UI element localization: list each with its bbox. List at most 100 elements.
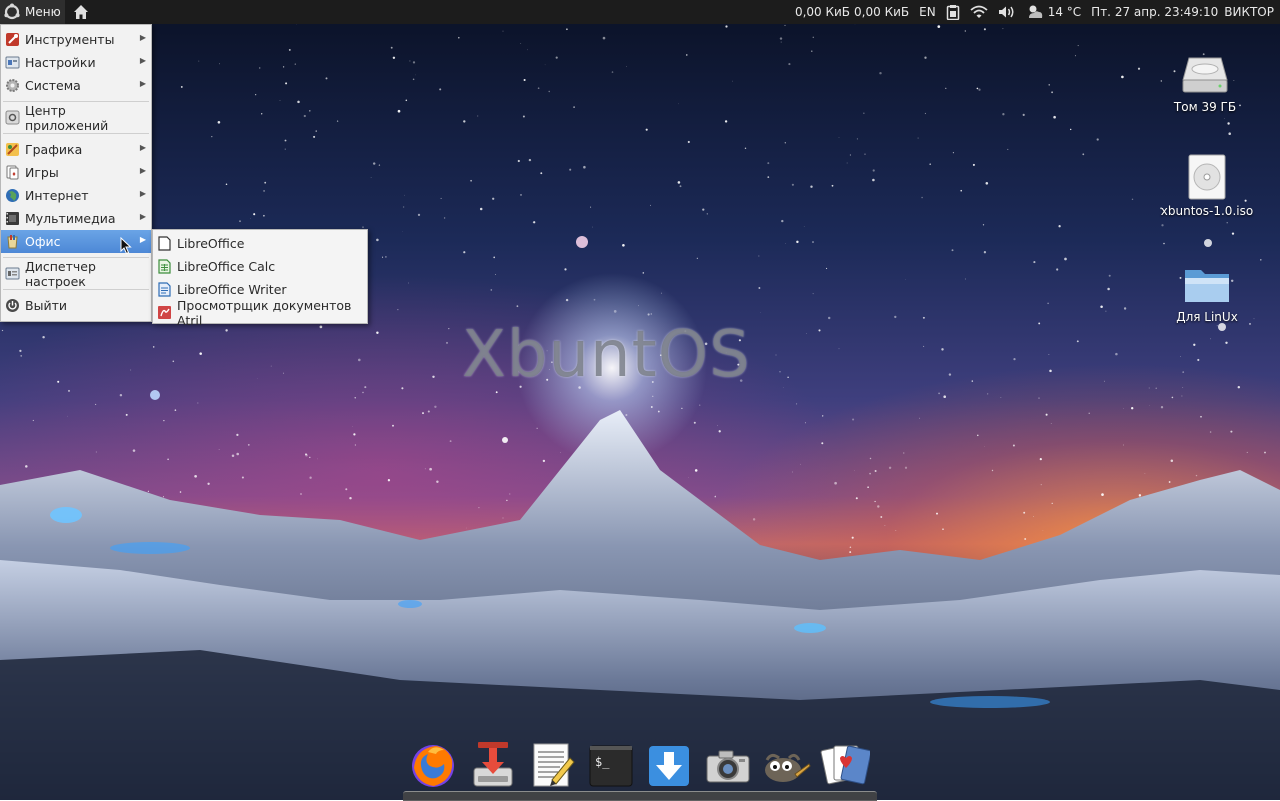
home-icon (73, 4, 89, 20)
menu-separator (3, 289, 149, 290)
libreoffice-icon (157, 236, 172, 251)
settings-icon (5, 55, 20, 70)
ubuntu-logo-icon (3, 3, 21, 21)
menu-item-label: Интернет (25, 188, 89, 203)
mouse-cursor-icon (120, 237, 132, 255)
clipboard-icon[interactable] (946, 4, 960, 20)
dock-solitaire[interactable] (820, 740, 870, 790)
desktop-icon-label: xbuntos-1.0.iso (1161, 204, 1253, 218)
menu-item-label: Центр приложений (25, 103, 151, 133)
submenu-arrow-icon: ▶ (140, 212, 146, 221)
menu-item-label: Система (25, 78, 81, 93)
net-download-speed: 0,00 КиБ (795, 5, 850, 19)
folder-icon (1183, 264, 1231, 306)
submenu-item-label: Просмотрщик документов Atril (177, 298, 367, 328)
graphics-icon (5, 142, 20, 157)
submenu-item-label: LibreOffice Writer (177, 282, 287, 297)
dock-terminal[interactable]: $_ (586, 740, 636, 790)
firefox-icon (408, 740, 458, 790)
terminal-icon: $_ (586, 740, 636, 790)
app-center-icon (5, 110, 20, 125)
menu-item-settings-manager[interactable]: Диспетчер настроек (1, 262, 151, 285)
games-icon (5, 165, 20, 180)
dock-text-editor[interactable] (528, 740, 578, 790)
atril-viewer-icon (157, 305, 172, 320)
os-watermark: XbuntOS (462, 318, 751, 392)
menu-item-app-center[interactable]: Центр приложений (1, 106, 151, 129)
submenu-item-libreoffice-calc[interactable]: LibreOffice Calc (153, 255, 367, 278)
dock-transmission[interactable] (468, 740, 518, 790)
menu-item-games[interactable]: Игры ▶ (1, 161, 151, 184)
menu-item-graphics[interactable]: Графика ▶ (1, 138, 151, 161)
volume-icon[interactable] (998, 5, 1016, 19)
submenu-arrow-icon: ▶ (140, 235, 146, 244)
menu-item-label: Инструменты (25, 32, 114, 47)
menu-item-label: Офис (25, 234, 61, 249)
submenu-arrow-icon: ▶ (140, 189, 146, 198)
menu-item-internet[interactable]: Интернет ▶ (1, 184, 151, 207)
submenu-item-label: LibreOffice Calc (177, 259, 275, 274)
dock-download[interactable] (644, 740, 694, 790)
user-name[interactable]: ВИКТОР (1224, 5, 1274, 19)
system-tray: 0,00 КиБ 0,00 КиБ EN 14 °C Пт. 27 апр. 2… (791, 0, 1280, 24)
disc-image-icon (1187, 154, 1227, 200)
hard-drive-icon (1181, 52, 1229, 96)
desktop-icon-label: Для LinUx (1176, 310, 1238, 324)
menu-item-label: Диспетчер настроек (25, 259, 151, 289)
applications-menu-button[interactable]: Меню (0, 0, 65, 24)
submenu-arrow-icon: ▶ (140, 166, 146, 175)
weather-temperature[interactable]: 14 °C (1048, 5, 1081, 19)
text-editor-icon (528, 740, 578, 790)
office-icon (5, 234, 20, 249)
wifi-icon[interactable] (970, 5, 988, 19)
desktop-icon-folder[interactable]: Для LinUx (1152, 264, 1262, 324)
power-icon (5, 298, 20, 313)
menu-label: Меню (25, 5, 61, 19)
multimedia-icon (5, 211, 20, 226)
internet-globe-icon (5, 188, 20, 203)
dock-gimp[interactable] (761, 740, 811, 790)
download-icon (644, 740, 694, 790)
submenu-arrow-icon: ▶ (140, 33, 146, 42)
submenu-arrow-icon: ▶ (140, 56, 146, 65)
keyboard-layout-indicator[interactable]: EN (919, 5, 936, 19)
desktop-icon-iso[interactable]: xbuntos-1.0.iso (1152, 154, 1262, 218)
terminal-prompt: $_ (595, 755, 610, 769)
dock-screenshot[interactable] (703, 740, 753, 790)
menu-item-label: Настройки (25, 55, 96, 70)
desktop-wallpaper: XbuntOS (0, 0, 1280, 800)
desktop-icon-volume[interactable]: Том 39 ГБ (1150, 52, 1260, 114)
desktop-icon-label: Том 39 ГБ (1174, 100, 1236, 114)
net-upload-speed: 0,00 КиБ (854, 5, 909, 19)
submenu-arrow-icon: ▶ (140, 79, 146, 88)
top-panel: Меню 0,00 КиБ 0,00 КиБ EN 14 °C (0, 0, 1280, 24)
libreoffice-writer-icon (157, 282, 172, 297)
submenu-item-label: LibreOffice (177, 236, 244, 251)
dock-firefox[interactable] (408, 740, 458, 790)
menu-item-system[interactable]: Система ▶ (1, 74, 151, 97)
office-submenu: LibreOffice LibreOffice Calc LibreOffice… (152, 229, 368, 324)
menu-item-label: Игры (25, 165, 59, 180)
menu-item-logout[interactable]: Выйти (1, 294, 151, 317)
transmission-icon (468, 740, 518, 790)
weather-icon[interactable] (1026, 4, 1044, 20)
menu-item-settings[interactable]: Настройки ▶ (1, 51, 151, 74)
menu-item-label: Выйти (25, 298, 67, 313)
menu-item-label: Мультимедиа (25, 211, 116, 226)
menu-item-tools[interactable]: Инструменты ▶ (1, 28, 151, 51)
menu-item-label: Графика (25, 142, 82, 157)
submenu-arrow-icon: ▶ (140, 143, 146, 152)
system-gear-icon (5, 78, 20, 93)
settings-manager-icon (5, 266, 20, 281)
screenshot-camera-icon (703, 740, 753, 790)
libreoffice-calc-icon (157, 259, 172, 274)
gimp-icon (761, 740, 811, 790)
submenu-item-atril[interactable]: Просмотрщик документов Atril (153, 301, 367, 324)
submenu-item-libreoffice[interactable]: LibreOffice (153, 232, 367, 255)
home-folder-button[interactable] (65, 0, 97, 24)
applications-menu: Инструменты ▶ Настройки ▶ Система ▶ Цент… (0, 24, 152, 322)
tools-icon (5, 32, 20, 47)
menu-item-multimedia[interactable]: Мультимедиа ▶ (1, 207, 151, 230)
clock[interactable]: Пт. 27 апр. 23:49:10 (1091, 5, 1218, 19)
mountain-range (0, 0, 1280, 800)
